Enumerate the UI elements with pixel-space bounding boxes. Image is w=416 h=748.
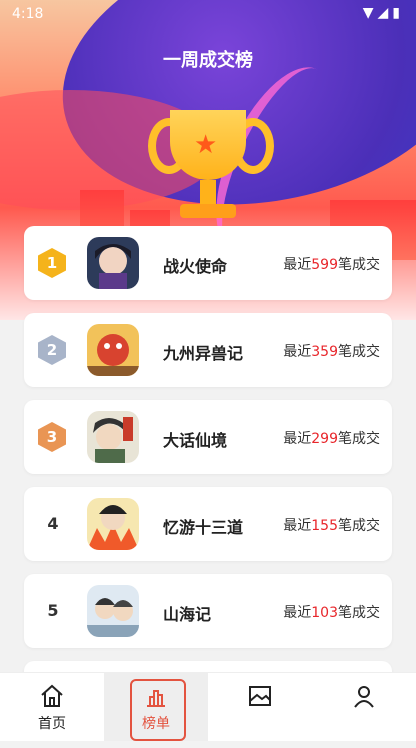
game-name: 九州异兽记 [163, 344, 244, 363]
status-time: 4:18 [12, 6, 44, 22]
bottom-tab-bar: 首页 榜单 [0, 672, 416, 741]
rank-number: 5 [47, 601, 59, 620]
game-name: 山海记 [163, 605, 212, 624]
home-icon [39, 683, 65, 709]
game-icon [87, 585, 139, 637]
game-icon [87, 411, 139, 463]
list-item[interactable]: 5 山海记 最近103笔成交 [24, 574, 392, 648]
active-tab-highlight [130, 679, 186, 741]
game-name: 战火使命 [163, 257, 228, 276]
rank-badge-silver-icon: 2 [38, 335, 66, 365]
deal-count: 最近299笔成交 [283, 431, 380, 447]
rank-badge-bronze-icon: 3 [38, 422, 66, 452]
status-icons: ▼◢▮ [362, 5, 404, 21]
tab-profile[interactable] [312, 673, 416, 741]
game-name: 大话仙境 [163, 431, 228, 450]
game-icon [87, 237, 139, 289]
tab-gallery[interactable] [208, 673, 312, 741]
rank-badge-gold-icon: 1 [38, 248, 66, 278]
game-icon [87, 498, 139, 550]
user-icon [351, 683, 377, 709]
ranking-list: 1 战火使命 最近599笔成交 2 九州异兽记 最近359笔成交 3 大话仙境 … [24, 226, 392, 748]
tab-home[interactable]: 首页 [0, 673, 104, 741]
rank-number: 4 [47, 514, 59, 533]
list-item[interactable]: 3 大话仙境 最近299笔成交 [24, 400, 392, 474]
list-item[interactable]: 1 战火使命 最近599笔成交 [24, 226, 392, 300]
image-icon [247, 683, 273, 709]
deal-count: 最近155笔成交 [283, 518, 380, 534]
tab-ranking[interactable]: 榜单 [104, 673, 208, 741]
game-icon [87, 324, 139, 376]
list-item[interactable]: 2 九州异兽记 最近359笔成交 [24, 313, 392, 387]
game-name: 忆游十三道 [163, 518, 244, 537]
page-title: 一周成交榜 [163, 50, 253, 71]
status-bar: 4:18 ▼◢▮ [0, 0, 416, 28]
deal-count: 最近599笔成交 [283, 257, 380, 273]
tab-label: 首页 [38, 716, 66, 732]
trophy-icon: ★ [148, 110, 274, 230]
deal-count: 最近359笔成交 [283, 344, 380, 360]
list-item[interactable]: 4 忆游十三道 最近155笔成交 [24, 487, 392, 561]
deal-count: 最近103笔成交 [283, 605, 380, 621]
